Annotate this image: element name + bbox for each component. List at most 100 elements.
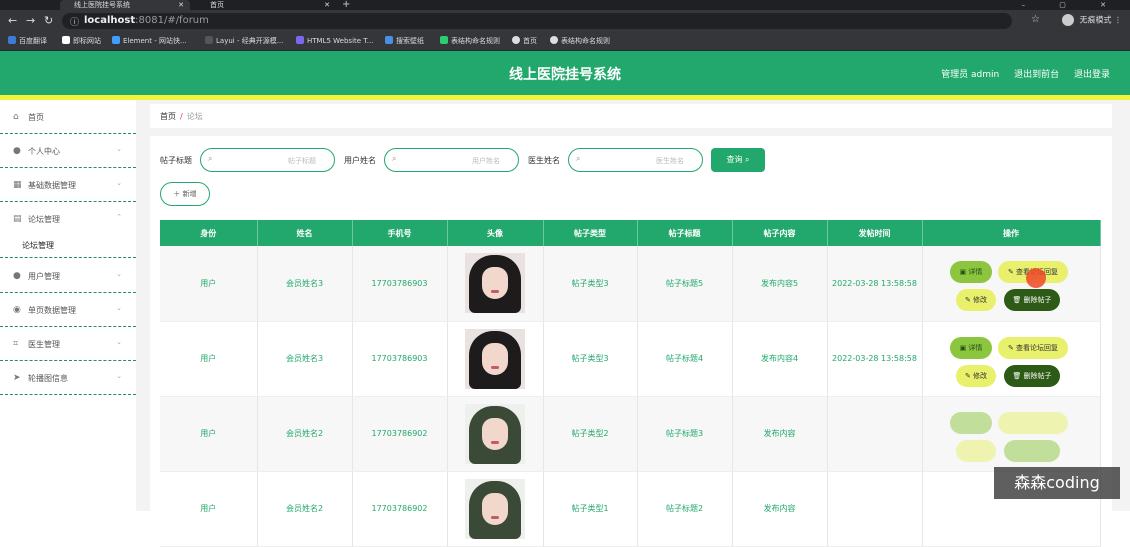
chevron-down-icon: ⌄ — [116, 270, 122, 278]
column-header[interactable]: 手机号 — [352, 220, 448, 246]
browser-tab-active[interactable]: 线上医院挂号系统 ✕ — [60, 0, 190, 10]
avatar[interactable] — [465, 253, 525, 314]
cell-actions — [922, 396, 1101, 472]
doctor-name-label: 医生姓名 — [528, 156, 560, 165]
sidebar-item-base-data[interactable]: ▦ 基础数据管理 ⌄ — [0, 168, 136, 202]
sidebar-item-profile[interactable]: ● 个人中心 ⌄ — [0, 134, 136, 168]
url-input[interactable]: ⓘ localhost:8081/#/forum ☆ — [62, 13, 1040, 29]
detail-button[interactable] — [950, 411, 992, 434]
table-row: 用户 会员姓名2 17703786902 帖子类型1 帖子标题2 发布内容 — [160, 471, 1101, 547]
table-row: 用户 会员姓名3 17703786903 帖子类型3 帖子标题4 发布内容4 2… — [160, 321, 1101, 397]
column-header[interactable]: 发帖时间 — [827, 220, 923, 246]
info-icon[interactable]: ⓘ — [70, 15, 79, 28]
delete-button[interactable] — [1004, 439, 1060, 462]
cell-type: 帖子类型3 — [543, 246, 638, 322]
bookmark-label: HTML5 Website T... — [307, 37, 374, 45]
doctor-name-input[interactable]: ⌕ 医生姓名 — [568, 148, 703, 172]
detail-button[interactable]: ▣ 详情 — [950, 261, 992, 284]
column-header[interactable]: 身份 — [160, 220, 258, 246]
breadcrumb-current: 论坛 — [186, 112, 203, 121]
post-title-input[interactable]: ⌕ 帖子标题 — [200, 148, 335, 172]
bookmark-label: 表结构命名规则 — [561, 37, 610, 45]
profile-label: 无痕模式 — [1079, 15, 1112, 25]
bookmark[interactable]: 即标网站 — [62, 36, 101, 46]
add-button[interactable]: ＋ 新增 — [160, 182, 210, 206]
view-replies-label: 查看论坛回复 — [1016, 343, 1059, 352]
cell-title: 帖子标题4 — [637, 321, 733, 397]
location-icon: ◉ — [13, 305, 21, 315]
edit-button[interactable] — [956, 439, 996, 462]
search-icon: ⌕ — [392, 154, 397, 163]
avatar[interactable] — [465, 403, 525, 464]
user-name-input[interactable]: ⌕ 用户姓名 — [384, 148, 519, 172]
bookmark[interactable]: 表结构命名规则 — [550, 36, 610, 46]
reload-icon[interactable]: ↻ — [44, 14, 53, 27]
window-controls[interactable]: – ▢ ✕ — [1022, 0, 1122, 10]
bookmark-label: 表结构命名规则 — [451, 37, 500, 45]
breadcrumb-separator: / — [180, 112, 183, 121]
new-tab-icon[interactable]: + — [342, 0, 350, 10]
tab-title: 线上医院挂号系统 — [74, 1, 130, 9]
bookmark[interactable]: HTML5 Website T... — [296, 36, 373, 45]
grid-icon: ▦ — [13, 180, 22, 190]
user-icon: ● — [13, 146, 21, 156]
cell-name: 会员姓名3 — [257, 321, 353, 397]
cell-avatar — [447, 396, 544, 472]
cell-actions: ▣ 详情 ✎ 查看论坛回复 ✎ 修改 🗑 删除帖子 — [922, 246, 1101, 322]
cell-content: 发布内容 — [732, 471, 828, 547]
bookmark[interactable]: 首页 — [512, 36, 537, 46]
chevron-down-icon: ⌄ — [116, 372, 122, 380]
detail-button[interactable]: ▣ 详情 — [950, 336, 992, 359]
column-header[interactable]: 帖子标题 — [637, 220, 733, 246]
sidebar-item-home[interactable]: ⌂ 首页 — [0, 100, 136, 134]
browser-tab-bar: 线上医院挂号系统 ✕ 首页 ✕ + – ▢ ✕ — [0, 0, 1130, 10]
close-icon[interactable]: ✕ — [324, 0, 330, 10]
logout-link[interactable]: 退出登录 — [1074, 70, 1110, 80]
cell-title: 帖子标题3 — [637, 396, 733, 472]
column-header[interactable]: 帖子类型 — [543, 220, 638, 246]
bookmark[interactable]: Layui - 经典开源模... — [205, 36, 283, 46]
bookmark[interactable]: 表结构命名规则 — [440, 36, 500, 46]
avatar[interactable] — [465, 328, 525, 389]
bookmarks-bar: 百度翻译 即标网站 Element - 网站快... Layui - 经典开源模… — [0, 32, 1130, 51]
profile-button[interactable]: 无痕模式 ⋮ — [1061, 14, 1122, 26]
detail-label: 详情 — [968, 268, 983, 277]
sidebar-item-single-page[interactable]: ◉ 单页数据管理 ⌄ — [0, 293, 136, 327]
cell-phone: 17703786902 — [352, 396, 448, 472]
address-bar: ← → ↻ ⓘ localhost:8081/#/forum ☆ 无痕模式 ⋮ — [0, 10, 1130, 32]
back-icon[interactable]: ← — [8, 14, 17, 27]
bookmark[interactable]: 搜索壁纸 — [385, 36, 424, 46]
browser-tab-other[interactable]: 首页 ✕ — [196, 0, 336, 10]
chevron-down-icon: ⌄ — [116, 145, 122, 153]
delete-label: 删除帖子 — [1023, 296, 1052, 305]
edit-button[interactable]: ✎ 修改 — [956, 364, 996, 387]
edit-button[interactable]: ✎ 修改 — [956, 289, 996, 312]
cell-avatar — [447, 471, 544, 547]
column-header[interactable]: 帖子内容 — [732, 220, 828, 246]
column-header[interactable]: 姓名 — [257, 220, 353, 246]
bookmark[interactable]: 百度翻译 — [8, 36, 47, 46]
query-button[interactable]: 查询 ⌕ — [711, 148, 765, 172]
forward-icon[interactable]: → — [26, 14, 35, 27]
cell-type: 帖子类型2 — [543, 396, 638, 472]
cell-content: 发布内容 — [732, 396, 828, 472]
avatar[interactable] — [465, 478, 525, 539]
sidebar-subitem-forum-manage[interactable]: 论坛管理 — [0, 230, 136, 258]
breadcrumb: 首页 / 论坛 — [160, 111, 203, 122]
view-replies-button[interactable] — [998, 411, 1068, 434]
crop-icon: ⌗ — [13, 339, 19, 349]
sidebar-item-users[interactable]: ● 用户管理 ⌄ — [0, 259, 136, 293]
query-label: 查询 — [726, 155, 743, 164]
column-header[interactable]: 头像 — [447, 220, 544, 246]
delete-button[interactable]: 🗑 删除帖子 — [1004, 364, 1060, 387]
breadcrumb-home[interactable]: 首页 — [160, 112, 176, 121]
back-to-front-link[interactable]: 退出到前台 — [1014, 70, 1059, 80]
star-icon[interactable]: ☆ — [1031, 14, 1040, 25]
cell-content: 发布内容5 — [732, 246, 828, 322]
sidebar-item-doctors[interactable]: ⌗ 医生管理 ⌄ — [0, 327, 136, 361]
close-icon[interactable]: ✕ — [178, 0, 184, 10]
bookmark[interactable]: Element - 网站快... — [112, 36, 187, 46]
delete-button[interactable]: 🗑 删除帖子 — [1004, 289, 1060, 312]
view-replies-button[interactable]: ✎ 查看论坛回复 — [998, 336, 1068, 359]
sidebar-item-carousel[interactable]: ➤ 轮播图信息 ⌄ — [0, 361, 136, 395]
